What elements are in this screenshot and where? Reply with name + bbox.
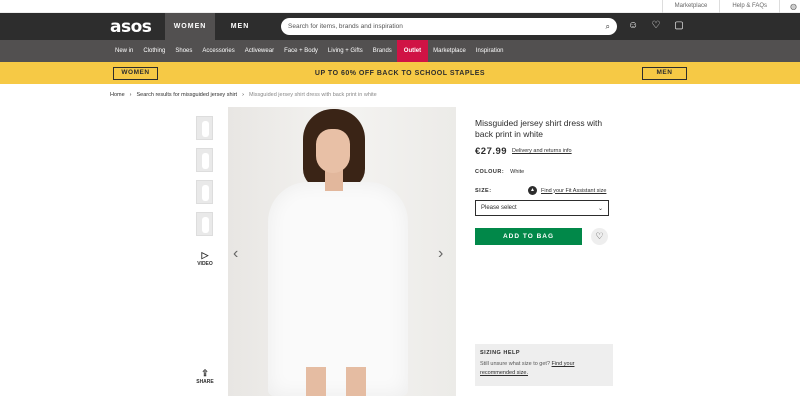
delivery-info-link[interactable]: Delivery and returns info — [512, 148, 572, 154]
account-icon[interactable]: ☺ — [628, 20, 638, 32]
product-image[interactable] — [228, 107, 456, 396]
country-flag-icon[interactable]: ◍ — [779, 0, 800, 13]
add-to-bag-button[interactable]: ADD TO BAG — [475, 228, 582, 245]
search-input[interactable]: Search for items, brands and inspiration — [288, 23, 606, 30]
nav-shoes[interactable]: Shoes — [170, 40, 197, 62]
promo-women-button[interactable]: WOMEN — [113, 66, 158, 80]
colour-value: White — [510, 169, 525, 175]
share-label: SHARE — [196, 379, 214, 385]
nav-accessories[interactable]: Accessories — [197, 40, 239, 62]
product-title: Missguided jersey shirt dress with back … — [475, 118, 603, 139]
breadcrumb-current: Missguided jersey shirt dress with back … — [248, 92, 377, 98]
breadcrumb: Home › Search results for missguided jer… — [0, 84, 800, 106]
nav-inspiration[interactable]: Inspiration — [471, 40, 509, 62]
nav-living-gifts[interactable]: Living + Gifts — [323, 40, 368, 62]
breadcrumb-home[interactable]: Home — [110, 92, 125, 98]
nav-face-body[interactable]: Face + Body — [279, 40, 323, 62]
chevron-down-icon: ⌄ — [597, 205, 603, 212]
tab-women[interactable]: WOMEN — [165, 13, 215, 40]
share-icon: ⇪ — [201, 368, 209, 378]
product-price: €27.99 — [475, 146, 508, 157]
prev-image-chevron-icon[interactable]: ‹ — [233, 245, 238, 263]
fit-assistant-text: Find your Fit Assistant size — [541, 187, 607, 194]
thumbnail-strip — [196, 116, 214, 244]
promo-text[interactable]: UP TO 60% OFF BACK TO SCHOOL STAPLES — [315, 70, 485, 77]
marketplace-link[interactable]: Marketplace — [661, 0, 720, 13]
fit-assistant-link[interactable]: ▲ Find your Fit Assistant size — [528, 186, 606, 195]
tab-men[interactable]: MEN — [215, 13, 265, 40]
user-icons: ☺ ♡ ▢ — [628, 20, 684, 32]
help-link[interactable]: Help & FAQs — [719, 0, 779, 13]
breadcrumb-separator: › — [129, 92, 132, 98]
thumbnail-3[interactable] — [196, 180, 213, 204]
next-image-chevron-icon[interactable]: › — [438, 245, 443, 263]
bag-icon[interactable]: ▢ — [674, 20, 684, 32]
nav-new-in[interactable]: New in — [110, 40, 138, 62]
thumbnail-2[interactable] — [196, 148, 213, 172]
nav-outlet[interactable]: Outlet — [396, 40, 429, 62]
sizing-help-box: SIZING HELP Still unsure what size to ge… — [475, 344, 613, 386]
size-select-value: Please select — [481, 205, 517, 211]
nav-activewear[interactable]: Activewear — [240, 40, 279, 62]
colour-info: COLOUR: White — [475, 169, 524, 175]
promo-men-button[interactable]: MEN — [642, 66, 687, 80]
saved-items-heart-icon[interactable]: ♡ — [651, 20, 661, 32]
search-bar[interactable]: Search for items, brands and inspiration… — [281, 18, 617, 35]
save-for-later-heart-icon[interactable]: ♡ — [591, 228, 608, 245]
play-icon: ▷ — [201, 250, 209, 260]
sizing-help-text: Still unsure what size to get? Find your… — [480, 360, 608, 378]
asos-logo[interactable]: asos — [110, 17, 165, 37]
nav-brands[interactable]: Brands — [368, 40, 397, 62]
fit-assistant-icon: ▲ — [528, 186, 537, 195]
promo-banner: WOMEN UP TO 60% OFF BACK TO SCHOOL STAPL… — [0, 62, 800, 84]
breadcrumb-separator: › — [242, 92, 244, 98]
thumbnail-1[interactable] — [196, 116, 213, 140]
share-button[interactable]: ⇪ SHARE — [196, 368, 214, 385]
top-utility-strip: Marketplace Help & FAQs ◍ — [0, 0, 800, 13]
nav-marketplace[interactable]: Marketplace — [428, 40, 471, 62]
sizing-help-heading: SIZING HELP — [480, 350, 521, 356]
thumbnail-4[interactable] — [196, 212, 213, 236]
nav-clothing[interactable]: Clothing — [138, 40, 170, 62]
breadcrumb-search[interactable]: Search results for missguided jersey shi… — [137, 92, 238, 98]
colour-label: COLOUR: — [475, 169, 505, 175]
video-button[interactable]: ▷ VIDEO — [196, 250, 214, 267]
search-icon[interactable]: ⌕ — [606, 22, 610, 32]
category-nav: New in Clothing Shoes Accessories Active… — [0, 40, 800, 62]
main-header: asos WOMEN MEN Search for items, brands … — [0, 13, 800, 40]
size-select[interactable]: Please select ⌄ — [475, 200, 609, 216]
size-label: SIZE: — [475, 188, 492, 194]
video-label: VIDEO — [197, 261, 213, 267]
sizing-help-question: Still unsure what size to get? — [480, 361, 551, 367]
